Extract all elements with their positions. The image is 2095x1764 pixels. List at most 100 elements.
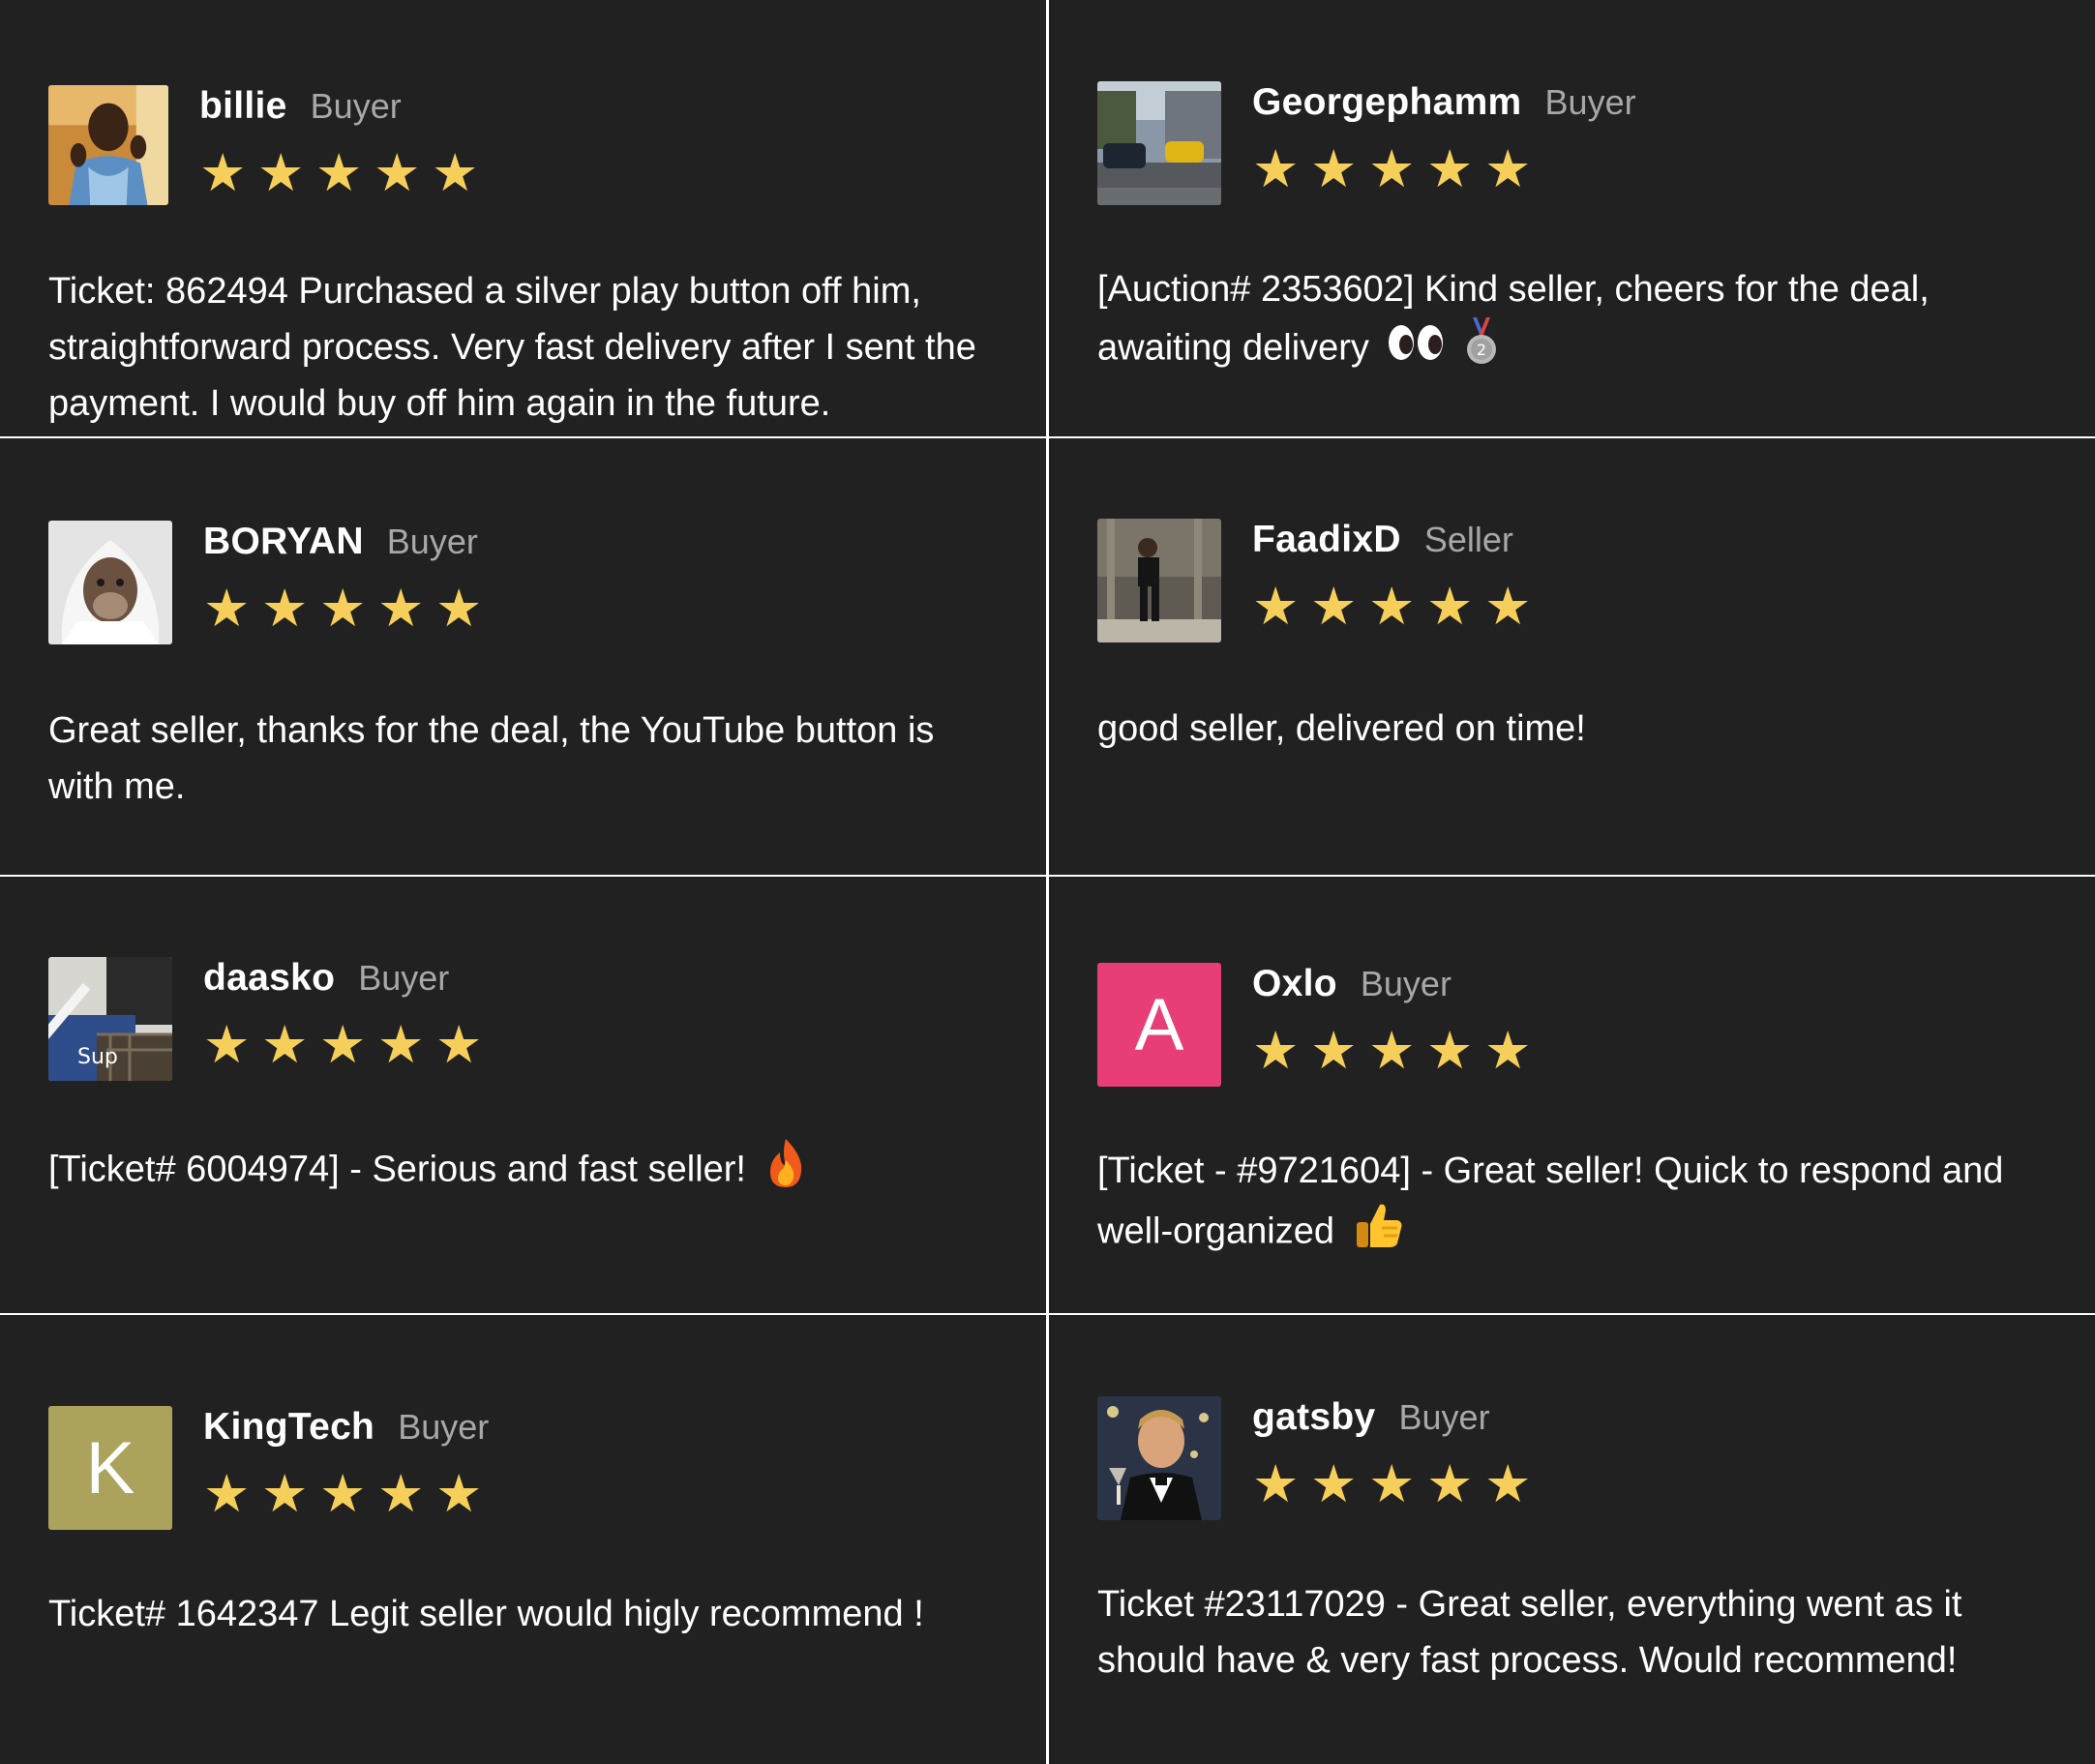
silver-medal-icon: 2 [1465,317,1498,382]
star-icon: ★ [432,142,479,203]
reviewer-meta: gatsby Buyer ★ ★ ★ ★ ★ [1252,1396,1542,1510]
star-icon: ★ [257,142,305,203]
reviewer-name[interactable]: gatsby [1252,1396,1376,1439]
star-icon: ★ [315,142,363,203]
avatar-image: Sup [48,957,172,1081]
star-rating: ★ ★ ★ ★ ★ [1252,143,1636,195]
avatar[interactable] [1097,1396,1221,1520]
review-card: FaadixD Seller ★ ★ ★ ★ ★ good seller, de… [1049,438,2095,875]
avatar[interactable] [1097,81,1221,205]
star-icon: ★ [1252,576,1300,637]
reviewer-name[interactable]: Georgephamm [1252,81,1522,124]
review-card: gatsby Buyer ★ ★ ★ ★ ★ Ticket #23117029 … [1049,1315,2095,1764]
reviewer-meta: daasko Buyer ★ ★ ★ ★ ★ [203,957,494,1071]
star-icon: ★ [1368,1453,1416,1514]
star-icon: ★ [1310,1020,1358,1081]
reviewer-meta: BORYAN Buyer ★ ★ ★ ★ ★ [203,521,494,635]
thumbs-up-icon [1353,1199,1405,1268]
review-header: billie Buyer ★ ★ ★ ★ ★ [48,85,998,205]
avatar[interactable]: Sup [48,957,172,1081]
review-header: gatsby Buyer ★ ★ ★ ★ ★ [1097,1396,2047,1520]
avatar[interactable]: A [1097,963,1221,1087]
review-header: A Oxlo Buyer ★ ★ ★ ★ ★ [1097,963,2047,1087]
review-text-wrap: [Ticket# 6004974] - Serious and fast sel… [48,1137,998,1206]
star-icon: ★ [1252,1020,1300,1081]
reviewer-name[interactable]: daasko [203,957,335,1000]
avatar-image [48,521,172,644]
star-icon: ★ [377,578,425,639]
star-icon: ★ [261,1463,309,1524]
star-icon: ★ [1484,1453,1532,1514]
review-text: [Ticket# 6004974] - Serious and fast sel… [48,1149,746,1190]
eyes-icon [1387,322,1447,378]
star-rating: ★ ★ ★ ★ ★ [1252,1458,1542,1510]
star-icon: ★ [377,1014,425,1075]
avatar-image [1097,81,1221,205]
review-text: Ticket# 1642347 Legit seller would higly… [48,1594,924,1634]
star-icon: ★ [1368,1020,1416,1081]
star-icon: ★ [1252,138,1300,199]
star-icon: ★ [203,1463,251,1524]
star-rating: ★ ★ ★ ★ ★ [1252,581,1542,633]
svg-text:2: 2 [1477,341,1486,359]
star-icon: ★ [1252,1453,1300,1514]
star-icon: ★ [1368,138,1416,199]
star-icon: ★ [199,142,247,203]
reviewer-name[interactable]: KingTech [203,1406,374,1449]
star-icon: ★ [203,1014,251,1075]
star-icon: ★ [1310,1453,1358,1514]
reviews-grid: billie Buyer ★ ★ ★ ★ ★ Ticket: 862494 Pu… [0,0,2095,1764]
name-row: Georgephamm Buyer [1252,81,1636,130]
star-icon: ★ [374,142,421,203]
reviewer-role: Buyer [386,522,478,561]
star-icon: ★ [319,578,367,639]
reviewer-meta: Georgephamm Buyer ★ ★ ★ ★ ★ [1252,81,1636,195]
svg-text:Sup: Sup [77,1045,118,1069]
review-card: A Oxlo Buyer ★ ★ ★ ★ ★ [Ticket - #972160… [1049,877,2095,1313]
star-icon: ★ [1484,1020,1532,1081]
name-row: FaadixD Seller [1252,519,1542,567]
reviewer-meta: KingTech Buyer ★ ★ ★ ★ ★ [203,1406,494,1520]
review-card: Sup daasko Buyer ★ ★ ★ ★ ★ [Ticket# 6004… [0,877,1046,1313]
name-row: billie Buyer [199,85,490,134]
star-icon: ★ [435,1014,483,1075]
reviewer-meta: FaadixD Seller ★ ★ ★ ★ ★ [1252,519,1542,633]
review-text-wrap: [Ticket - #9721604] - Great seller! Quic… [1097,1143,2047,1268]
reviewer-name[interactable]: FaadixD [1252,519,1401,561]
review-text: [Ticket - #9721604] - Great seller! Quic… [1097,1151,2004,1252]
reviewer-name[interactable]: BORYAN [203,521,364,563]
avatar-letter: K [48,1406,172,1530]
avatar-image [1097,519,1221,643]
reviewer-role: Buyer [1360,964,1452,1003]
name-row: BORYAN Buyer [203,521,494,569]
review-header: Sup daasko Buyer ★ ★ ★ ★ ★ [48,957,998,1081]
reviewer-meta: billie Buyer ★ ★ ★ ★ ★ [199,85,490,199]
review-card: BORYAN Buyer ★ ★ ★ ★ ★ Great seller, tha… [0,438,1046,875]
reviewer-role: Buyer [358,958,450,998]
star-rating: ★ ★ ★ ★ ★ [1252,1025,1542,1077]
review-card: Georgephamm Buyer ★ ★ ★ ★ ★ [Auction# 23… [1049,0,2095,436]
review-text: Ticket: 862494 Purchased a silver play b… [48,271,976,424]
star-icon: ★ [377,1463,425,1524]
avatar[interactable] [48,85,168,205]
star-icon: ★ [319,1463,367,1524]
star-icon: ★ [1484,138,1532,199]
reviewer-name[interactable]: Oxlo [1252,963,1337,1005]
reviewer-name[interactable]: billie [199,85,287,128]
star-rating: ★ ★ ★ ★ ★ [199,147,490,199]
star-icon: ★ [1368,576,1416,637]
avatar[interactable] [1097,519,1221,643]
review-text: Great seller, thanks for the deal, the Y… [48,710,935,807]
review-header: Georgephamm Buyer ★ ★ ★ ★ ★ [1097,81,2047,205]
name-row: daasko Buyer [203,957,494,1005]
avatar-image [48,85,168,205]
star-icon: ★ [261,578,309,639]
avatar[interactable]: K [48,1406,172,1530]
star-icon: ★ [435,1463,483,1524]
review-header: FaadixD Seller ★ ★ ★ ★ ★ [1097,519,2047,643]
avatar-image [1097,1396,1221,1520]
star-icon: ★ [1484,576,1532,637]
fire-icon [764,1137,807,1206]
reviewer-role: Buyer [398,1407,490,1447]
avatar[interactable] [48,521,172,644]
